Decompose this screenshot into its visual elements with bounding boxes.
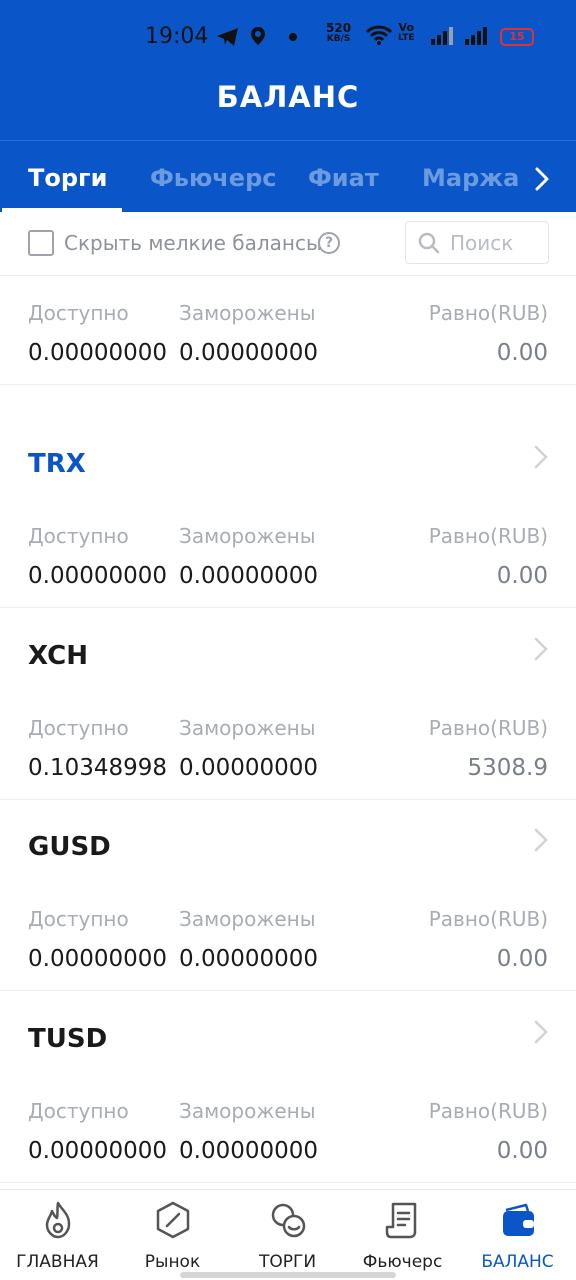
volte-bottom: LTE: [398, 33, 415, 43]
telegram-icon: [217, 28, 238, 46]
frozen-value: 0.00000000: [179, 755, 319, 781]
signal-icon: [431, 27, 453, 45]
available-label: Доступно: [28, 907, 129, 931]
nav-futures[interactable]: Фьючерс: [345, 1190, 460, 1280]
chevron-right-icon: [534, 445, 548, 469]
frozen-label: Заморожены: [179, 907, 316, 931]
asset-card[interactable]: TRX Доступно Заморожены Равно(RUB) 0.000…: [0, 417, 576, 608]
wifi-icon: [366, 25, 392, 45]
asset-card[interactable]: XCH Доступно Заморожены Равно(RUB) 0.103…: [0, 609, 576, 800]
frozen-value: 0.00000000: [179, 563, 319, 589]
home-indicator: [180, 1272, 396, 1278]
page-title: БАЛАНС: [216, 80, 360, 114]
available-label: Доступно: [28, 1099, 129, 1123]
available-value: 0.10348998: [28, 755, 168, 781]
asset-symbol: TUSD: [28, 1024, 108, 1054]
nav-balance[interactable]: БАЛАНС: [460, 1190, 575, 1280]
search-icon: [418, 232, 440, 254]
tab-fiat[interactable]: Фиат: [308, 164, 379, 192]
location-icon: [251, 27, 265, 45]
tab-trade[interactable]: Торги: [28, 164, 107, 192]
asset-card[interactable]: TT Доступно Заморожены Равно(RUB) 0.0000…: [0, 277, 576, 385]
status-bar: 19:04 520 KB/S Vo LTE 15: [0, 18, 576, 54]
equivalent-value: 0.00: [496, 1138, 548, 1164]
battery-icon: 15: [500, 28, 534, 46]
available-label: Доступно: [28, 524, 129, 548]
asset-symbol: XCH: [28, 641, 88, 671]
nav-home[interactable]: ГЛАВНАЯ: [0, 1190, 115, 1280]
available-label: Доступно: [28, 301, 129, 325]
available-label: Доступно: [28, 716, 129, 740]
bottom-nav: ГЛАВНАЯ Рынок ТОРГИ Фьючерс БАЛАНС: [0, 1189, 576, 1280]
nav-trade-label: ТОРГИ: [258, 1252, 317, 1272]
tab-margin[interactable]: Маржа: [422, 164, 519, 192]
available-value: 0.00000000: [28, 563, 168, 589]
hide-small-balances-checkbox[interactable]: [28, 230, 54, 256]
equivalent-label: Равно(RUB): [428, 301, 548, 325]
frozen-label: Заморожены: [179, 524, 316, 548]
chevron-right-icon[interactable]: [530, 165, 554, 193]
nav-trade[interactable]: ТОРГИ: [230, 1190, 345, 1280]
frozen-label: Заморожены: [179, 716, 316, 740]
asset-symbol: TRX: [28, 449, 86, 479]
signal-icon: [465, 27, 487, 45]
chevron-right-icon: [534, 828, 548, 852]
equivalent-label: Равно(RUB): [428, 907, 548, 931]
status-time: 19:04: [145, 24, 209, 49]
frozen-label: Заморожены: [179, 301, 316, 325]
account-tabs: Торги Фьючерс Фиат Маржа: [0, 140, 576, 212]
available-value: 0.00000000: [28, 1138, 168, 1164]
network-speed-unit: KB/S: [326, 34, 351, 44]
chevron-right-icon: [534, 1020, 548, 1044]
frozen-value: 0.00000000: [179, 340, 319, 366]
frozen-label: Заморожены: [179, 1099, 316, 1123]
available-value: 0.00000000: [28, 946, 168, 972]
exchange-icon: [271, 1203, 306, 1238]
volte-icon: Vo LTE: [398, 22, 415, 44]
nav-futures-label: Фьючерс: [362, 1252, 443, 1272]
document-icon: [385, 1202, 417, 1239]
help-icon[interactable]: ?: [318, 232, 340, 254]
frozen-value: 0.00000000: [179, 1138, 319, 1164]
network-speed-value: 520: [326, 21, 352, 35]
equivalent-label: Равно(RUB): [428, 524, 548, 548]
equivalent-value: 0.00: [496, 340, 548, 366]
tab-futures[interactable]: Фьючерс: [150, 164, 276, 192]
nav-market[interactable]: Рынок: [115, 1190, 230, 1280]
equivalent-label: Равно(RUB): [428, 1099, 548, 1123]
equivalent-value: 0.00: [496, 946, 548, 972]
asset-card[interactable]: GUSD Доступно Заморожены Равно(RUB) 0.00…: [0, 800, 576, 991]
filter-bar: Скрыть мелкие балансы ?: [0, 212, 576, 276]
search-box[interactable]: [405, 221, 549, 264]
network-speed: 520 KB/S: [326, 22, 351, 45]
dot-icon: [289, 33, 297, 41]
asset-list: TT Доступно Заморожены Равно(RUB) 0.0000…: [0, 277, 576, 1190]
equivalent-value: 0.00: [496, 563, 548, 589]
compass-icon: [156, 1201, 190, 1239]
nav-balance-label: БАЛАНС: [481, 1252, 554, 1272]
app-header: 19:04 520 KB/S Vo LTE 15 БАЛАНС Торги Фь…: [0, 0, 576, 212]
nav-home-label: ГЛАВНАЯ: [16, 1252, 99, 1272]
flame-icon: [45, 1201, 71, 1239]
wallet-icon: [503, 1203, 534, 1236]
search-input[interactable]: [450, 230, 542, 256]
equivalent-value: 5308.9: [467, 755, 548, 781]
available-value: 0.00000000: [28, 340, 168, 366]
asset-symbol: GUSD: [28, 832, 111, 862]
frozen-value: 0.00000000: [179, 946, 319, 972]
asset-card[interactable]: TUSD Доступно Заморожены Равно(RUB) 0.00…: [0, 992, 576, 1183]
chevron-right-icon: [534, 637, 548, 661]
equivalent-label: Равно(RUB): [428, 716, 548, 740]
hide-small-balances-label[interactable]: Скрыть мелкие балансы: [64, 231, 322, 255]
nav-market-label: Рынок: [144, 1252, 201, 1272]
